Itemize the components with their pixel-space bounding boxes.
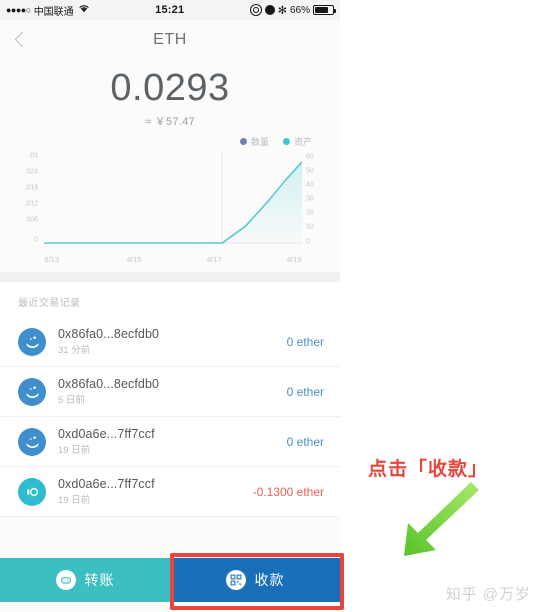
y-right-tick-1: 50 — [306, 167, 314, 175]
legend-dot-assets — [282, 138, 290, 145]
legend-item-assets[interactable]: 资产 — [282, 135, 312, 148]
back-chevron-icon[interactable] — [14, 33, 28, 47]
transaction-list: 最近交易记录 0x86fa0...8ecfdb0 31 分前 0 ether 0… — [0, 282, 340, 517]
y-left-tick-4: .006 — [24, 216, 38, 224]
x-tick-1: 8/15 — [126, 255, 142, 264]
balance-amount: 0.0293 — [110, 67, 230, 109]
section-divider — [0, 272, 340, 282]
y-right-tick-2: 40 — [306, 181, 314, 189]
transaction-time: 19 日前 — [58, 495, 91, 506]
y-right-tick-4: 20 — [306, 209, 314, 217]
status-bar-left: ●●●●○ 中国联通 — [6, 3, 90, 18]
y-right-tick-3: 30 — [306, 195, 314, 203]
chart-legend: 数量 资产 — [0, 129, 340, 148]
y-left-tick-1: .024 — [24, 168, 38, 176]
legend-label-assets: 资产 — [293, 137, 312, 147]
transaction-hash: 0xd0a6e...7ff7ccf — [58, 477, 155, 491]
watermark: 知乎 @万岁 — [445, 586, 531, 603]
legend-item-quantity[interactable]: 数量 — [239, 135, 269, 148]
balance-fiat-value: ≈ ￥57.47 — [144, 116, 196, 128]
y-left-tick-2: .018 — [24, 184, 38, 192]
rotation-lock-icon — [249, 4, 262, 16]
transaction-details: 0x86fa0...8ecfdb0 31 分前 — [58, 326, 279, 357]
transaction-amount: 0 ether — [286, 334, 324, 349]
legend-dot-quantity — [239, 138, 247, 145]
y-right-tick-6: 0 — [306, 238, 310, 246]
chart-y-axis-right: 60 50 40 30 20 10 0 — [306, 152, 330, 252]
battery-icon — [313, 5, 336, 15]
page-title: ETH — [153, 31, 187, 48]
y-left-tick-5: 0 — [34, 236, 38, 244]
chart-plot-area — [44, 152, 302, 252]
y-right-tick-0: 60 — [306, 153, 314, 161]
y-left-tick-0: .03 — [28, 152, 38, 160]
navigation-bar: ETH — [0, 20, 340, 60]
transaction-time: 19 日前 — [58, 445, 91, 456]
x-tick-2: 8/17 — [206, 255, 222, 264]
transaction-amount: -0.1300 ether — [252, 484, 324, 499]
transaction-time: 5 日前 — [58, 395, 85, 406]
transaction-details: 0xd0a6e...7ff7ccf 19 日前 — [58, 426, 279, 457]
receive-button-label: 收款 — [254, 572, 285, 588]
chart-x-axis: 8/13 8/15 8/17 8/19 — [44, 255, 302, 269]
y-right-tick-5: 10 — [306, 223, 314, 231]
transaction-amount: 0 ether — [286, 384, 324, 399]
x-tick-0: 8/13 — [44, 255, 60, 264]
transaction-hash: 0xd0a6e...7ff7ccf — [58, 427, 155, 441]
transfer-button-label: 转账 — [84, 572, 115, 588]
wifi-icon — [78, 4, 90, 16]
table-row[interactable]: 0xd0a6e...7ff7ccf 19 日前 -0.1300 ether — [0, 467, 340, 517]
transaction-details: 0x86fa0...8ecfdb0 5 日前 — [58, 376, 279, 407]
table-row[interactable]: 0x86fa0...8ecfdb0 31 分前 0 ether — [0, 317, 340, 367]
wallet-icon — [55, 570, 76, 590]
receive-hand-icon — [18, 427, 46, 456]
status-bar-clock: 15:21 — [155, 4, 185, 16]
phone-screen: ●●●●○ 中国联通 15:21 ✻ 66% ETH 0.0293 ≈ ￥57. — [0, 0, 340, 612]
transfer-button[interactable]: 转账 — [0, 558, 170, 602]
status-bar: ●●●●○ 中国联通 15:21 ✻ 66% — [0, 0, 340, 20]
signal-strength-icon: ●●●●○ — [6, 4, 31, 15]
table-row[interactable]: 0xd0a6e...7ff7ccf 19 日前 0 ether — [0, 417, 340, 467]
alarm-icon — [264, 5, 275, 15]
annotation-label: 点击「收款」 — [368, 459, 489, 480]
transaction-details: 0xd0a6e...7ff7ccf 19 日前 — [58, 476, 245, 507]
legend-label-quantity: 数量 — [250, 137, 269, 147]
table-row[interactable]: 0x86fa0...8ecfdb0 5 日前 0 ether — [0, 367, 340, 417]
status-bar-right: ✻ 66% — [249, 4, 336, 17]
qr-code-icon — [225, 570, 246, 590]
x-tick-3: 8/19 — [286, 255, 302, 264]
transaction-amount: 0 ether — [286, 434, 324, 449]
balance-history-chart: .03 .024 .018 .012 .006 0 60 50 40 30 20… — [0, 148, 340, 272]
receive-hand-icon — [18, 377, 46, 406]
balance-section: 0.0293 ≈ ￥57.47 — [0, 60, 340, 129]
bluetooth-icon: ✻ — [277, 4, 287, 17]
battery-percent-label: 66% — [289, 4, 310, 16]
transaction-list-header: 最近交易记录 — [18, 298, 81, 309]
carrier-label: 中国联通 — [33, 6, 74, 18]
receive-hand-icon — [18, 327, 46, 356]
transaction-time: 31 分前 — [58, 345, 91, 356]
send-coin-icon — [18, 477, 46, 506]
transaction-hash: 0x86fa0...8ecfdb0 — [58, 377, 160, 391]
chart-y-axis-left: .03 .024 .018 .012 .006 0 — [14, 152, 38, 252]
transaction-hash: 0x86fa0...8ecfdb0 — [58, 327, 160, 341]
receive-button[interactable]: 收款 — [170, 558, 340, 602]
bottom-action-bar: 转账 收款 — [0, 558, 340, 602]
y-left-tick-3: .012 — [24, 200, 38, 208]
